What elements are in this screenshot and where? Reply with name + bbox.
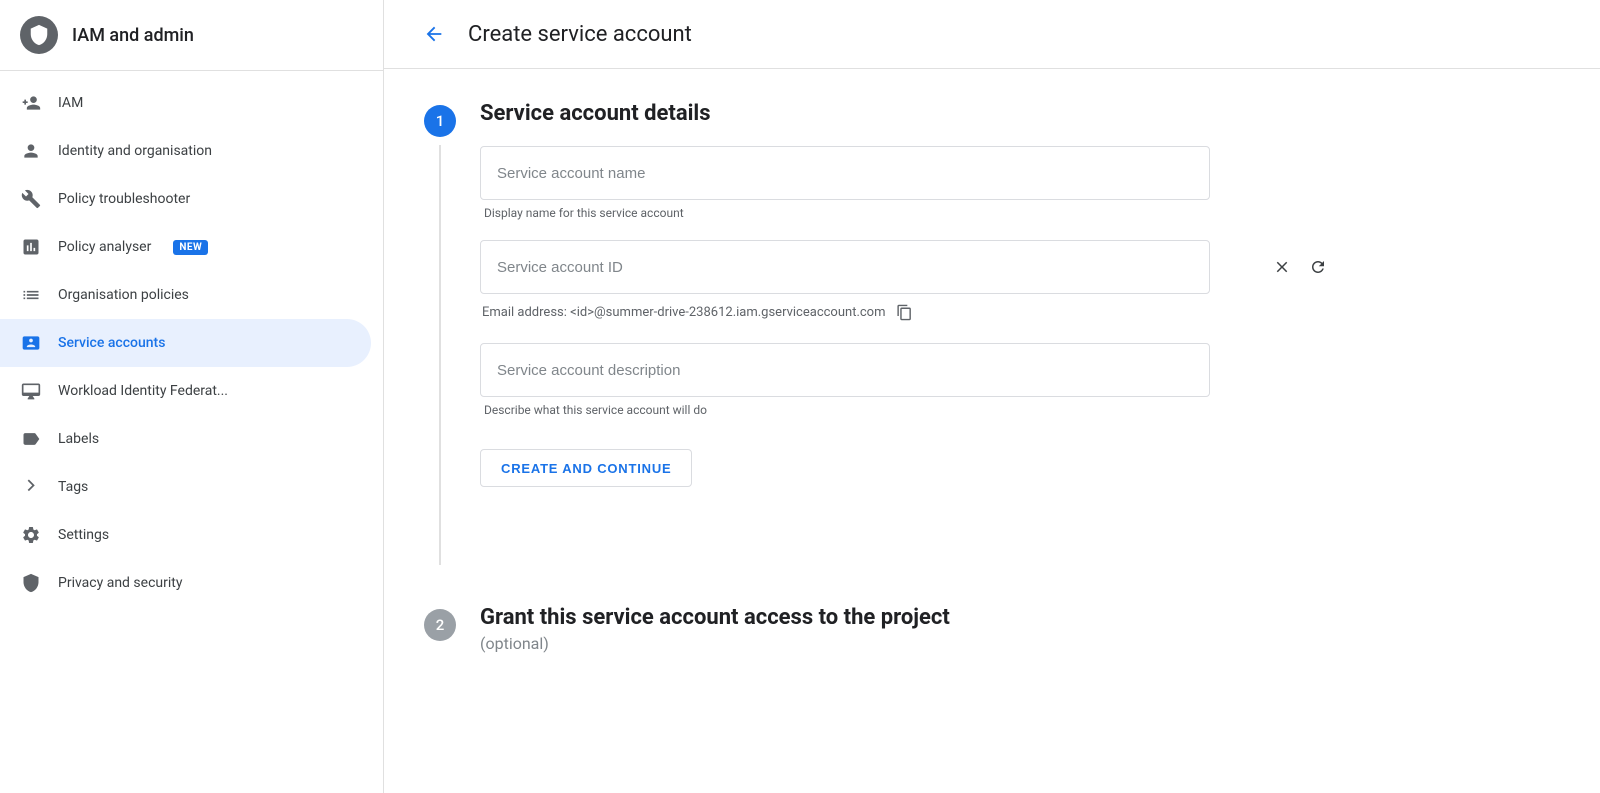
service-accounts-icon xyxy=(20,332,42,354)
step1-title: Service account details xyxy=(480,101,1344,126)
sidebar-item-labels-label: Labels xyxy=(58,431,99,447)
service-account-id-wrapper xyxy=(480,240,1344,294)
sidebar-item-service-accounts[interactable]: Service accounts xyxy=(0,319,371,367)
iam-admin-icon xyxy=(20,16,58,54)
wrench-icon xyxy=(20,188,42,210)
sidebar-item-settings-label: Settings xyxy=(58,527,109,543)
copy-email-button[interactable] xyxy=(894,302,915,323)
sidebar-item-tags[interactable]: Tags xyxy=(0,463,371,511)
content-area: 1 Service account details Display name f… xyxy=(384,69,1384,685)
service-account-name-input[interactable] xyxy=(480,146,1210,200)
sidebar-item-workload-identity-label: Workload Identity Federat... xyxy=(58,383,228,399)
sidebar-item-privacy[interactable]: Privacy and security xyxy=(0,559,371,607)
step1-indicator: 1 xyxy=(424,105,456,137)
refresh-input-button[interactable] xyxy=(1304,253,1332,281)
label-icon xyxy=(20,428,42,450)
sidebar: IAM and admin IAM Identity and organisat… xyxy=(0,0,384,793)
email-address-text: Email address: <id>@summer-drive-238612.… xyxy=(482,305,886,320)
tag-icon xyxy=(20,476,42,498)
screen-icon xyxy=(20,380,42,402)
sidebar-item-iam[interactable]: IAM xyxy=(0,79,371,127)
gear-icon xyxy=(20,524,42,546)
service-account-name-helper: Display name for this service account xyxy=(480,206,1344,220)
sidebar-item-service-accounts-label: Service accounts xyxy=(58,335,165,351)
step2-subtitle: (optional) xyxy=(480,634,549,653)
sidebar-item-identity-label: Identity and organisation xyxy=(58,143,212,159)
sidebar-item-tags-label: Tags xyxy=(58,479,88,495)
new-badge: NEW xyxy=(173,240,208,255)
sidebar-item-iam-label: IAM xyxy=(58,95,83,111)
step2-content: Grant this service account access to the… xyxy=(480,605,1344,653)
input-actions xyxy=(1268,253,1332,281)
sidebar-item-labels[interactable]: Labels xyxy=(0,415,371,463)
step2-indicator: 2 xyxy=(424,609,456,641)
step1-content: Service account details Display name for… xyxy=(480,101,1344,565)
sidebar-item-policy-analyser-label: Policy analyser xyxy=(58,239,151,255)
page-title: Create service account xyxy=(468,22,692,47)
step2-title: Grant this service account access to the… xyxy=(480,605,1344,630)
sidebar-item-identity[interactable]: Identity and organisation xyxy=(0,127,371,175)
clear-input-button[interactable] xyxy=(1268,253,1296,281)
service-account-description-helper: Describe what this service account will … xyxy=(480,403,1344,417)
step2-section: 2 Grant this service account access to t… xyxy=(424,605,1344,653)
sidebar-item-policy-troubleshooter[interactable]: Policy troubleshooter xyxy=(0,175,371,223)
sidebar-title: IAM and admin xyxy=(72,25,194,46)
shield-icon xyxy=(20,572,42,594)
main-content: Create service account 1 Service account… xyxy=(384,0,1600,793)
sidebar-item-policy-analyser[interactable]: Policy analyser NEW xyxy=(0,223,371,271)
person-add-icon xyxy=(20,92,42,114)
sidebar-item-workload-identity[interactable]: Workload Identity Federat... xyxy=(0,367,371,415)
service-account-id-group: Email address: <id>@summer-drive-238612.… xyxy=(480,240,1344,323)
sidebar-item-policy-troubleshooter-label: Policy troubleshooter xyxy=(58,191,190,207)
create-and-continue-button[interactable]: CREATE AND CONTINUE xyxy=(480,449,692,487)
service-account-name-group: Display name for this service account xyxy=(480,146,1344,220)
service-account-description-group: Describe what this service account will … xyxy=(480,343,1344,417)
email-row: Email address: <id>@summer-drive-238612.… xyxy=(480,302,1344,323)
sidebar-item-privacy-label: Privacy and security xyxy=(58,575,182,591)
account-icon xyxy=(20,140,42,162)
list-icon xyxy=(20,284,42,306)
sidebar-item-org-policies[interactable]: Organisation policies xyxy=(0,271,371,319)
sidebar-nav: IAM Identity and organisation Policy tro… xyxy=(0,71,383,793)
service-account-id-input[interactable] xyxy=(480,240,1210,294)
sidebar-item-settings[interactable]: Settings xyxy=(0,511,371,559)
main-header: Create service account xyxy=(384,0,1600,69)
analytics-icon xyxy=(20,236,42,258)
sidebar-item-org-policies-label: Organisation policies xyxy=(58,287,189,303)
back-button[interactable] xyxy=(416,16,452,52)
step1-section: 1 Service account details Display name f… xyxy=(424,101,1344,565)
sidebar-header: IAM and admin xyxy=(0,0,383,71)
service-account-description-input[interactable] xyxy=(480,343,1210,397)
